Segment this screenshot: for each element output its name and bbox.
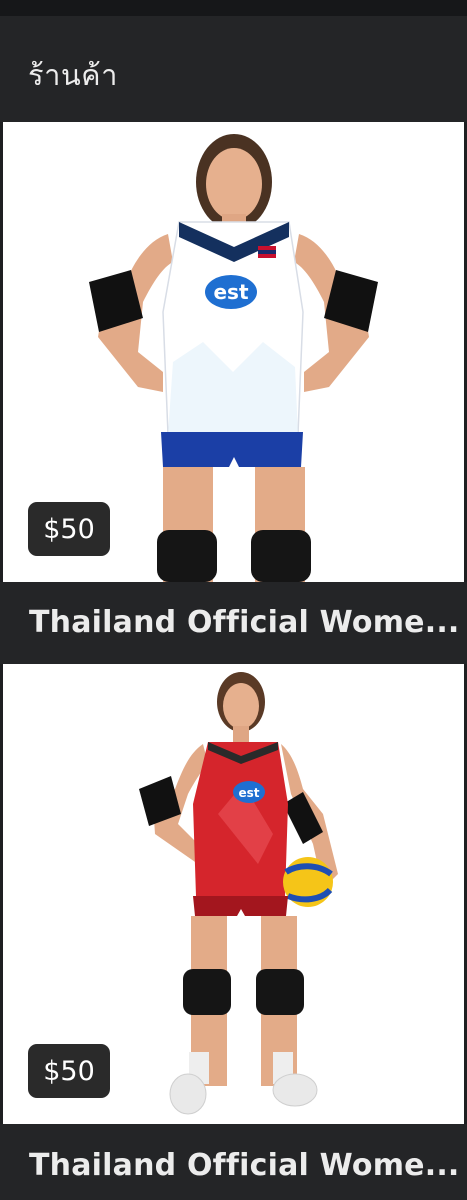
product-card[interactable]: est $50 Thailand Official Wome...	[0, 122, 467, 664]
svg-text:est: est	[213, 280, 248, 304]
product-title: Thailand Official Wome...	[29, 605, 460, 640]
page-title: ร้านค้า	[28, 58, 118, 92]
status-bar	[0, 0, 467, 16]
product-title-bar[interactable]: Thailand Official Wome...	[0, 1124, 467, 1200]
product-title: Thailand Official Wome...	[29, 1148, 460, 1183]
price-badge: $50	[28, 1044, 110, 1098]
svg-text:est: est	[238, 786, 259, 800]
app-header: ร้านค้า	[0, 16, 467, 122]
product-title-bar[interactable]: Thailand Official Wome...	[0, 582, 467, 664]
price-badge: $50	[28, 502, 110, 556]
product-card[interactable]: est $50 Thailand Official Wome...	[0, 664, 467, 1200]
